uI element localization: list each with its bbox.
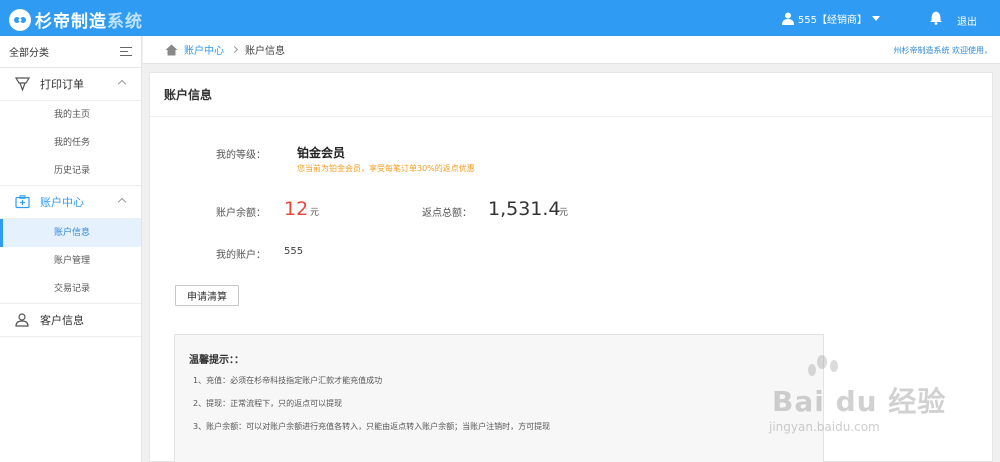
sidebar-group-label: 客户信息 xyxy=(40,314,84,327)
logout-link[interactable]: 退出 xyxy=(957,13,977,28)
user-menu[interactable]: 555【经销商】 xyxy=(781,11,880,26)
watermark-brand: Bai du 经验 xyxy=(772,385,947,418)
tip-item: 3、账户余额：可以对账户余额进行充值各转入，只能由返点转入账户余额；当账户注销时… xyxy=(193,422,551,431)
sidebar-item-transactions[interactable]: 交易记录 xyxy=(0,275,141,303)
app-name: 杉帝制造系统 xyxy=(35,12,143,32)
tip-item: 2、提现：正常流程下，只的返点可以提现 xyxy=(193,399,343,408)
tip-item: 1、充值：必须在杉帝科技指定账户汇款才能充值成功 xyxy=(193,376,383,385)
all-categories-label: 全部分类 xyxy=(9,48,49,59)
menu-toggle-icon[interactable] xyxy=(120,46,132,57)
breadcrumb-account-center[interactable]: 账户中心 xyxy=(184,42,224,57)
breadcrumb: 账户中心 账户信息 州杉帝制造系统 欢迎使用， xyxy=(143,36,1000,64)
top-header: 杉帝制造系统 555【经销商】 退出 xyxy=(0,0,1000,36)
level-value: 铂金会员 xyxy=(297,146,346,160)
bell-icon[interactable] xyxy=(930,11,942,28)
chevron-up-icon xyxy=(117,79,127,89)
printer-icon xyxy=(14,76,30,92)
sidebar: 全部分类 打印订单 我的主页 我的任务 历史记录 账户中心 账户信息 账户管理 … xyxy=(0,36,142,462)
page-title: 账户信息 xyxy=(150,73,992,117)
balance-unit: 元 xyxy=(310,208,320,218)
welcome-text: 州杉帝制造系统 欢迎使用， xyxy=(893,46,992,55)
chevron-up-icon xyxy=(117,197,127,207)
user-name: 555【经销商】 xyxy=(797,15,867,26)
sidebar-group-label: 打印订单 xyxy=(40,78,84,91)
account-label: 我的账户： xyxy=(216,250,266,261)
balance-label: 账户余额： xyxy=(216,208,266,219)
app-logo[interactable]: 杉帝制造系统 xyxy=(9,7,143,32)
user-icon xyxy=(781,12,794,25)
sidebar-item-my-home[interactable]: 我的主页 xyxy=(0,101,141,129)
sidebar-group-label: 账户中心 xyxy=(40,196,84,209)
tips-box: 温馨提示：： 1、充值：必须在杉帝科技指定账户汇款才能充值成功 2、提现：正常流… xyxy=(174,334,824,462)
rebate-value: 1,531.4 xyxy=(488,198,561,220)
chevron-down-icon xyxy=(872,16,880,21)
balance-value: 12 xyxy=(284,198,309,220)
customer-icon xyxy=(14,312,30,328)
account-value: 555 xyxy=(284,246,304,257)
chevron-right-icon xyxy=(230,45,239,54)
watermark-url: jingyan.baidu.com xyxy=(769,420,880,434)
home-icon[interactable] xyxy=(165,44,178,56)
sidebar-item-history[interactable]: 历史记录 xyxy=(0,157,141,185)
rebate-label: 返点总额： xyxy=(422,208,472,219)
wallet-icon xyxy=(14,194,30,210)
sidebar-group-account-center[interactable]: 账户中心 xyxy=(0,186,141,219)
level-hint: 您当前为铂金会员，享受每笔订单30%的返点优惠 xyxy=(297,164,475,173)
sidebar-header: 全部分类 xyxy=(0,36,141,68)
sidebar-group-print-orders[interactable]: 打印订单 xyxy=(0,68,141,101)
sidebar-group-customer-info[interactable]: 客户信息 xyxy=(0,304,141,337)
sidebar-item-my-tasks[interactable]: 我的任务 xyxy=(0,129,141,157)
rebate-unit: 元 xyxy=(559,208,569,218)
logo-mark-icon xyxy=(9,8,31,31)
apply-settlement-button[interactable]: 申请清算 xyxy=(175,285,239,306)
sidebar-item-account-info[interactable]: 账户信息 xyxy=(0,219,141,247)
tips-title: 温馨提示：： xyxy=(189,355,244,366)
level-label: 我的等级： xyxy=(216,150,266,161)
breadcrumb-current: 账户信息 xyxy=(245,46,285,57)
sidebar-item-account-management[interactable]: 账户管理 xyxy=(0,247,141,275)
